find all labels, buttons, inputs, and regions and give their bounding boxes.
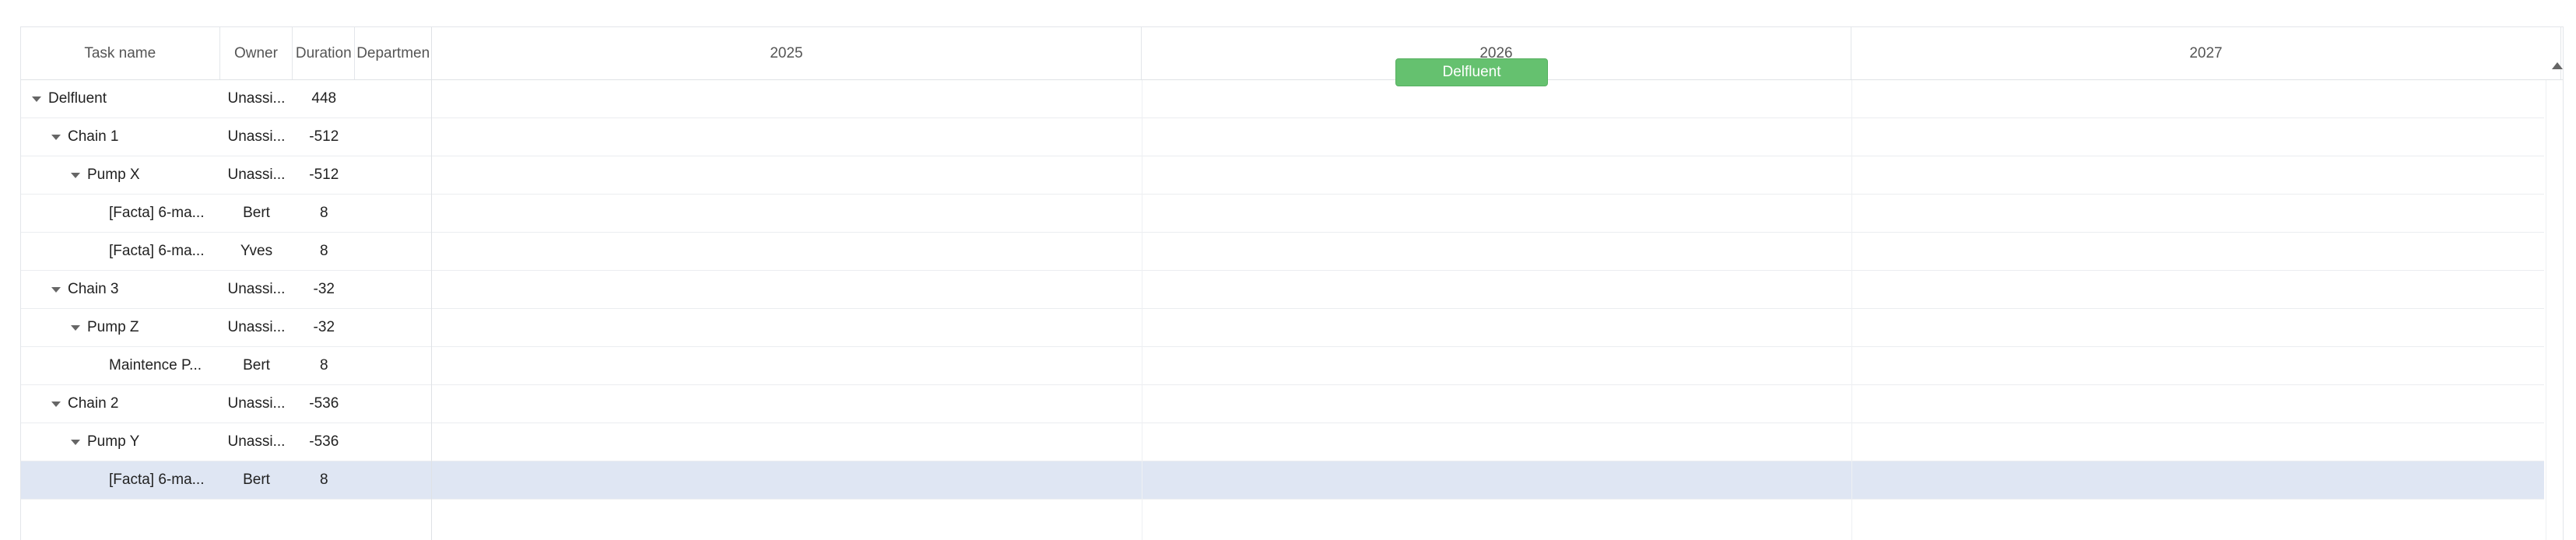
- duration-cell[interactable]: 8: [293, 347, 355, 384]
- timeline-row[interactable]: [432, 423, 2544, 461]
- task-name-cell[interactable]: Chain 1: [21, 118, 220, 156]
- department-cell[interactable]: [355, 233, 431, 270]
- column-header-owner[interactable]: Owner: [220, 27, 293, 79]
- task-row[interactable]: Chain 3 Unassi... -32: [21, 271, 431, 309]
- task-row[interactable]: Pump X Unassi... -512: [21, 156, 431, 195]
- task-name-label: Chain 2: [68, 395, 119, 412]
- department-cell[interactable]: [355, 385, 431, 423]
- task-name-cell[interactable]: [Facta] 6-ma...: [21, 195, 220, 232]
- timeline-row[interactable]: [432, 347, 2544, 385]
- task-name-label: [Facta] 6-ma...: [109, 472, 205, 488]
- task-name-label: Chain 3: [68, 281, 119, 297]
- task-row[interactable]: [Facta] 6-ma... Yves 8: [21, 233, 431, 271]
- task-row[interactable]: Pump Z Unassi... -32: [21, 309, 431, 347]
- task-name-cell[interactable]: Maintence P...: [21, 347, 220, 384]
- timeline-row[interactable]: [432, 461, 2544, 500]
- task-name-cell[interactable]: Chain 2: [21, 385, 220, 423]
- duration-cell[interactable]: -512: [293, 118, 355, 156]
- task-name-label: [Facta] 6-ma...: [109, 243, 205, 259]
- owner-cell[interactable]: Unassi...: [220, 118, 293, 156]
- owner-cell[interactable]: Unassi...: [220, 271, 293, 308]
- task-row[interactable]: Pump Y Unassi... -536: [21, 423, 431, 461]
- caret-down-icon[interactable]: [32, 96, 41, 102]
- task-name-label: [Facta] 6-ma...: [109, 205, 205, 221]
- task-name-cell[interactable]: Pump Z: [21, 309, 220, 346]
- task-bar-delfluent[interactable]: Delfluent: [1395, 58, 1548, 86]
- task-name-label: Delfluent: [48, 90, 107, 107]
- owner-cell[interactable]: Unassi...: [220, 156, 293, 194]
- owner-cell[interactable]: Bert: [220, 347, 293, 384]
- task-name-label: Pump X: [87, 167, 140, 183]
- duration-cell[interactable]: 448: [293, 80, 355, 117]
- task-name-label: Pump Y: [87, 433, 140, 450]
- duration-cell[interactable]: 8: [293, 461, 355, 499]
- owner-cell[interactable]: Unassi...: [220, 385, 293, 423]
- department-cell[interactable]: [355, 423, 431, 461]
- timeline-row[interactable]: [432, 309, 2544, 347]
- task-name-cell[interactable]: [Facta] 6-ma...: [21, 233, 220, 270]
- duration-cell[interactable]: -32: [293, 271, 355, 308]
- timeline-area: 2025 2026 2027 Delfluent: [432, 27, 2563, 540]
- task-row[interactable]: [Facta] 6-ma... Bert 8: [21, 461, 431, 500]
- scroll-up-arrow-icon[interactable]: [2552, 62, 2563, 69]
- duration-cell[interactable]: -512: [293, 156, 355, 194]
- year-divider: [1851, 80, 1852, 540]
- task-row[interactable]: Maintence P... Bert 8: [21, 347, 431, 385]
- gantt-chart: Task name Owner Duration Departmen Delfl…: [20, 26, 2564, 540]
- caret-down-icon[interactable]: [51, 134, 61, 140]
- department-cell[interactable]: [355, 80, 431, 117]
- caret-down-icon[interactable]: [71, 324, 80, 331]
- caret-down-icon[interactable]: [51, 286, 61, 293]
- task-name-cell[interactable]: [Facta] 6-ma...: [21, 461, 220, 499]
- timeline-body: [432, 80, 2563, 540]
- owner-cell[interactable]: Bert: [220, 195, 293, 232]
- timeline-row[interactable]: [432, 156, 2544, 195]
- column-header-duration[interactable]: Duration: [293, 27, 356, 79]
- department-cell[interactable]: [355, 195, 431, 232]
- task-name-cell[interactable]: Pump X: [21, 156, 220, 194]
- grid-header: Task name Owner Duration Departmen: [21, 27, 431, 80]
- timeline-row[interactable]: [432, 118, 2544, 156]
- column-header-task-name[interactable]: Task name: [21, 27, 220, 79]
- grid-rows: Delfluent Unassi... 448 Chain 1 Unassi... -51…: [21, 80, 431, 500]
- timeline-row[interactable]: [432, 271, 2544, 309]
- task-row[interactable]: Chain 1 Unassi... -512: [21, 118, 431, 156]
- owner-cell[interactable]: Bert: [220, 461, 293, 499]
- department-cell[interactable]: [355, 347, 431, 384]
- task-name-label: Pump Z: [87, 319, 139, 335]
- task-name-cell[interactable]: Delfluent: [21, 80, 220, 117]
- column-header-department[interactable]: Departmen: [355, 27, 431, 79]
- department-cell[interactable]: [355, 118, 431, 156]
- task-row[interactable]: [Facta] 6-ma... Bert 8: [21, 195, 431, 233]
- task-row[interactable]: Chain 2 Unassi... -536: [21, 385, 431, 423]
- task-name-cell[interactable]: Pump Y: [21, 423, 220, 461]
- task-name-label: Maintence P...: [109, 357, 202, 373]
- task-row[interactable]: Delfluent Unassi... 448: [21, 80, 431, 118]
- owner-cell[interactable]: Unassi...: [220, 80, 293, 117]
- duration-cell[interactable]: -536: [293, 423, 355, 461]
- task-name-cell[interactable]: Chain 3: [21, 271, 220, 308]
- task-name-label: Chain 1: [68, 128, 119, 145]
- owner-cell[interactable]: Unassi...: [220, 309, 293, 346]
- year-label-2027: 2027: [1851, 27, 2561, 79]
- caret-down-icon[interactable]: [71, 439, 80, 445]
- caret-down-icon[interactable]: [51, 401, 61, 407]
- duration-cell[interactable]: -32: [293, 309, 355, 346]
- duration-cell[interactable]: -536: [293, 385, 355, 423]
- year-label-2025: 2025: [432, 27, 1142, 79]
- owner-cell[interactable]: Yves: [220, 233, 293, 270]
- duration-cell[interactable]: 8: [293, 195, 355, 232]
- timeline-row[interactable]: [432, 233, 2544, 271]
- department-cell[interactable]: [355, 461, 431, 499]
- owner-cell[interactable]: Unassi...: [220, 423, 293, 461]
- duration-cell[interactable]: 8: [293, 233, 355, 270]
- department-cell[interactable]: [355, 309, 431, 346]
- caret-down-icon[interactable]: [71, 172, 80, 178]
- task-grid: Task name Owner Duration Departmen Delfl…: [21, 27, 432, 540]
- department-cell[interactable]: [355, 271, 431, 308]
- timeline-row[interactable]: [432, 385, 2544, 423]
- timeline-row[interactable]: [432, 195, 2544, 233]
- department-cell[interactable]: [355, 156, 431, 194]
